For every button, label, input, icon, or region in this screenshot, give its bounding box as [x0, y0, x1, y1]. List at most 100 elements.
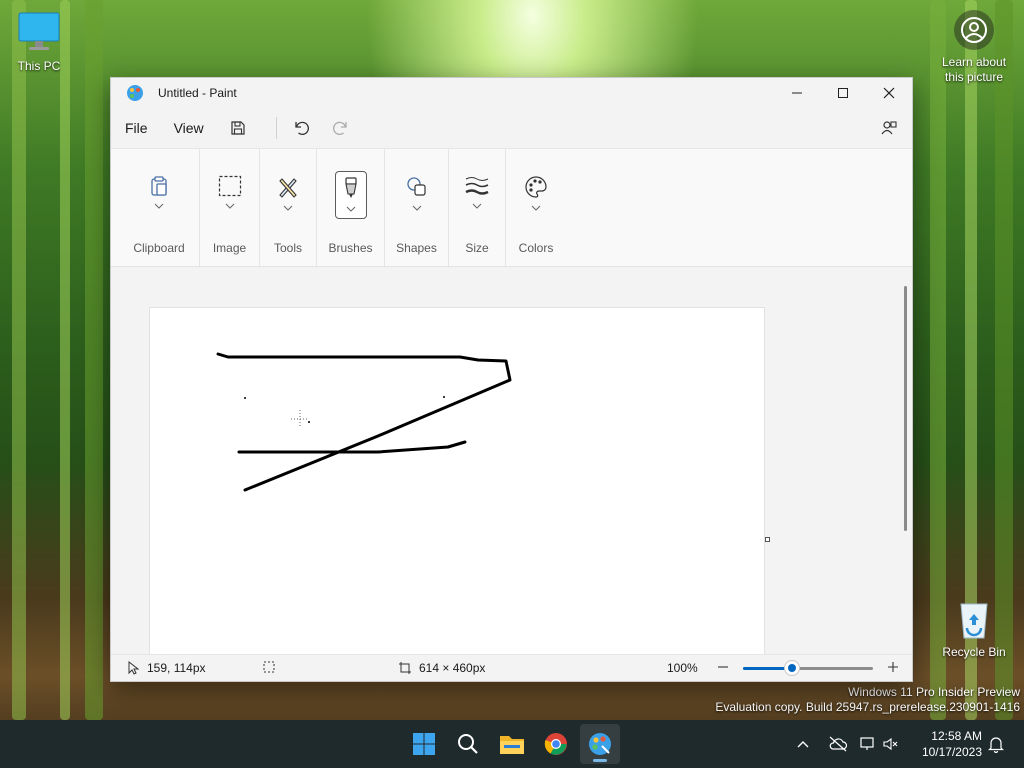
- palette-icon: [525, 176, 547, 198]
- menu-divider: [275, 117, 277, 139]
- watermark-line-1: Windows 11 Pro Insider Preview: [848, 685, 1020, 699]
- this-pc-desktop-icon[interactable]: This PC: [0, 10, 79, 73]
- selection-button[interactable]: [214, 171, 246, 219]
- show-hidden-icons-button[interactable]: [796, 720, 810, 768]
- shapes-group: Shapes: [385, 149, 449, 266]
- chevron-down-icon: [531, 205, 541, 211]
- clipboard-label: Clipboard: [133, 241, 185, 255]
- file-explorer-icon: [500, 736, 524, 754]
- minimize-button[interactable]: [774, 78, 820, 108]
- monitor-icon: [18, 12, 60, 50]
- minimize-icon: [792, 92, 802, 94]
- search-button[interactable]: [448, 724, 488, 764]
- recycle-bin-desktop-icon[interactable]: Recycle Bin: [934, 596, 1014, 659]
- taskbar-pinned-apps: [404, 724, 624, 764]
- colors-label: Colors: [518, 241, 554, 255]
- chevron-down-icon: [283, 205, 293, 211]
- undo-button[interactable]: [286, 113, 316, 143]
- close-icon: [883, 87, 895, 99]
- tools-button[interactable]: [272, 171, 304, 219]
- redo-button[interactable]: [326, 113, 356, 143]
- maximize-button[interactable]: [820, 78, 866, 108]
- taskbar: 12:58 AM 10/17/2023: [0, 720, 1024, 768]
- drawing-canvas[interactable]: [150, 308, 764, 658]
- tools-group: Tools: [260, 149, 317, 266]
- camera-info-icon: [954, 10, 994, 50]
- vertical-scrollbar[interactable]: [904, 286, 907, 531]
- file-explorer-button[interactable]: [492, 724, 532, 764]
- learn-about-picture[interactable]: Learn about this picture: [932, 10, 1016, 85]
- file-menu[interactable]: File: [118, 114, 155, 142]
- window-title: Untitled - Paint: [158, 86, 237, 100]
- network-volume-tray[interactable]: [860, 720, 898, 768]
- drawn-strokes: [216, 352, 512, 492]
- paint-window: Untitled - Paint File View Clipboard Ima…: [110, 77, 913, 682]
- onedrive-tray-button[interactable]: [828, 720, 848, 768]
- shapes-icon: [406, 177, 426, 196]
- zoom-in-button[interactable]: [887, 661, 907, 673]
- size-label: Size: [465, 241, 489, 255]
- plus-icon: [888, 662, 898, 672]
- this-pc-label: This PC: [17, 59, 61, 73]
- chrome-button[interactable]: [536, 724, 576, 764]
- chrome-icon: [544, 733, 567, 755]
- colors-group: Colors: [506, 149, 566, 266]
- brushes-group: Brushes: [317, 149, 385, 266]
- clipboard-group: Clipboard: [119, 149, 200, 266]
- zoom-level: 100%: [667, 661, 698, 675]
- title-bar[interactable]: Untitled - Paint: [111, 78, 912, 108]
- zoom-slider[interactable]: [743, 667, 873, 670]
- paint-taskbar-button[interactable]: [580, 724, 620, 764]
- crosshair-cursor: [291, 410, 309, 428]
- canvas-size-icon: [399, 662, 411, 674]
- cursor-position-text: 159, 114px: [147, 661, 206, 675]
- chevron-down-icon: [412, 205, 421, 211]
- recycle-bin-icon: [960, 603, 988, 639]
- image-group: Image: [200, 149, 260, 266]
- start-button[interactable]: [404, 724, 444, 764]
- chevron-down-icon: [225, 203, 234, 209]
- clock-date: 10/17/2023: [921, 745, 982, 759]
- watermark-line-2: Evaluation copy. Build 25947.rs_prerelea…: [715, 700, 1020, 714]
- canvas-area[interactable]: [111, 268, 912, 658]
- paint-icon: [589, 733, 611, 755]
- tools-label: Tools: [273, 241, 302, 255]
- search-icon: [458, 734, 478, 754]
- cloud-offline-icon: [829, 736, 848, 752]
- undo-icon: [295, 121, 309, 136]
- recycle-bin-label: Recycle Bin: [942, 645, 1006, 659]
- view-menu[interactable]: View: [167, 114, 211, 142]
- minus-icon: [718, 666, 728, 668]
- notifications-button[interactable]: [988, 720, 1004, 768]
- size-group: Size: [449, 149, 506, 266]
- clipboard-button[interactable]: [143, 171, 175, 219]
- zoom-out-button[interactable]: [717, 661, 737, 673]
- colors-button[interactable]: [520, 171, 552, 219]
- shapes-label: Shapes: [396, 241, 437, 255]
- close-button[interactable]: [866, 78, 912, 108]
- cursor-position: 159, 114px: [127, 661, 206, 675]
- network-icon: [860, 737, 874, 750]
- brush-icon: [344, 177, 357, 198]
- chevron-down-icon: [472, 203, 482, 209]
- paint-app-icon: [127, 85, 143, 101]
- size-button[interactable]: [461, 171, 493, 219]
- bell-icon: [988, 737, 1004, 753]
- selection-icon: [218, 175, 241, 197]
- zoom-slider-thumb[interactable]: [785, 661, 799, 675]
- selection-size: [263, 661, 283, 673]
- canvas-resize-handle[interactable]: [765, 537, 770, 542]
- maximize-icon: [838, 88, 848, 98]
- save-button[interactable]: [223, 113, 253, 143]
- save-icon: [231, 121, 245, 135]
- pointer-icon: [128, 661, 139, 675]
- redo-icon: [332, 121, 347, 136]
- brushes-button[interactable]: [334, 171, 367, 219]
- chevron-down-icon: [154, 203, 164, 209]
- menu-bar: File View: [111, 108, 912, 148]
- shapes-button[interactable]: [401, 171, 433, 219]
- clock[interactable]: 12:58 AM 10/17/2023: [912, 728, 982, 760]
- tools-icon: [279, 178, 297, 198]
- windows-start-icon: [413, 733, 435, 755]
- account-button[interactable]: [874, 113, 904, 143]
